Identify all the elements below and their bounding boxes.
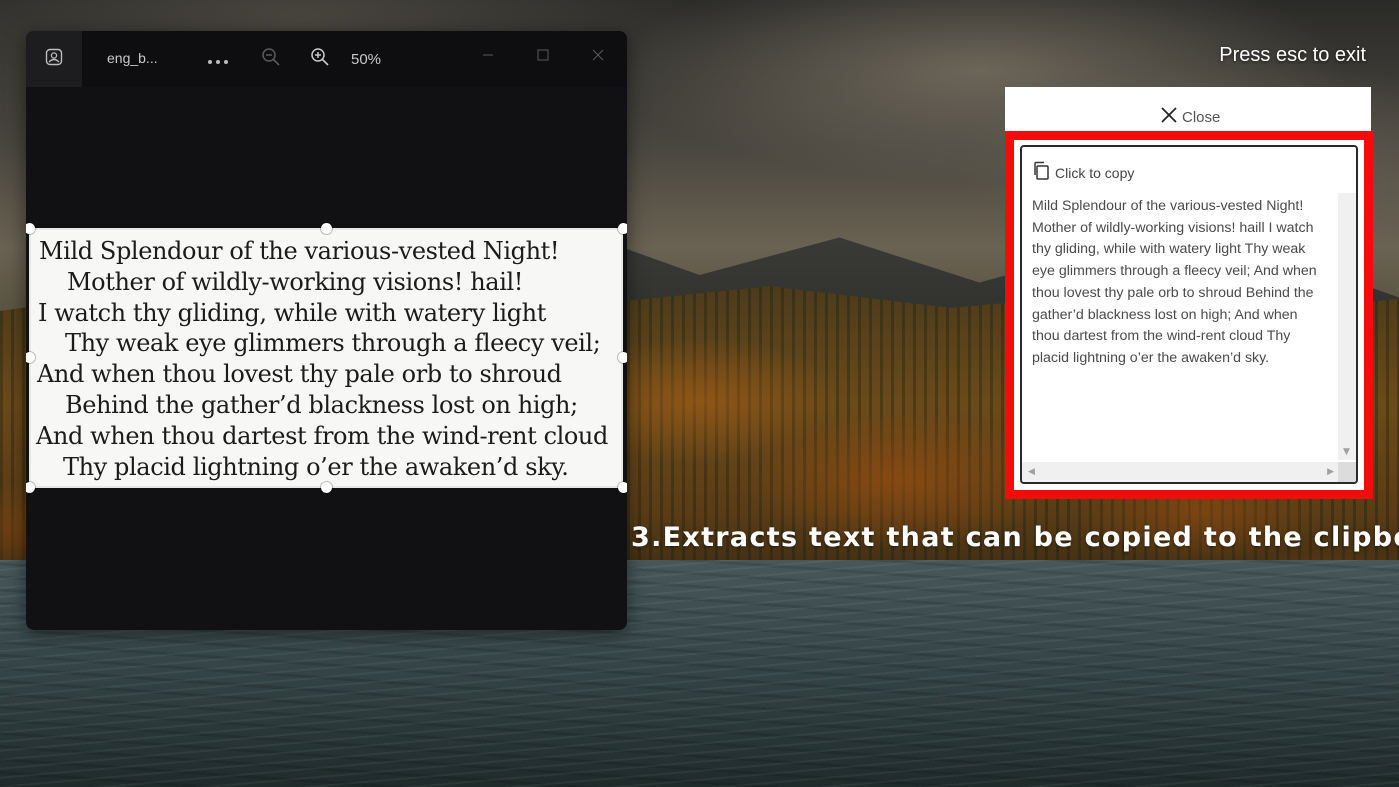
copy-button[interactable]: Click to copy	[1032, 161, 1134, 185]
maximize-button[interactable]	[523, 39, 563, 71]
scroll-down-arrow-icon[interactable]: ▼	[1343, 448, 1350, 457]
selection-handle[interactable]	[321, 482, 332, 493]
vertical-scrollbar[interactable]: ▼	[1338, 193, 1356, 460]
selection-handle[interactable]	[321, 223, 332, 234]
zoom-in-icon	[310, 47, 330, 71]
feature-caption: 3.Extracts text that can be copied to th…	[631, 522, 1399, 553]
close-icon	[1160, 106, 1178, 128]
close-bar: Close	[1005, 87, 1371, 131]
more-button[interactable]	[203, 45, 233, 73]
close-button[interactable]: Close	[1160, 106, 1220, 128]
selection-handle[interactable]	[618, 223, 627, 234]
selection-handle[interactable]	[26, 482, 35, 493]
minimize-icon	[482, 46, 494, 65]
close-label: Close	[1182, 108, 1221, 126]
photos-app-icon	[45, 48, 63, 70]
horizontal-scrollbar[interactable]: ◀ ▶	[1022, 462, 1340, 482]
zoom-out-button[interactable]	[256, 45, 286, 73]
extracted-text[interactable]: Mild Splendour of the various-vested Nig…	[1032, 196, 1328, 370]
scroll-right-arrow-icon[interactable]: ▶	[1327, 468, 1334, 477]
selection-handle[interactable]	[618, 482, 627, 493]
selection-handle[interactable]	[618, 352, 627, 363]
maximize-icon	[537, 46, 549, 65]
file-title: eng_b...	[107, 50, 158, 66]
more-dots-icon	[207, 50, 229, 69]
zoom-in-button[interactable]	[305, 45, 335, 73]
scroll-left-arrow-icon[interactable]: ◀	[1028, 468, 1035, 477]
copy-icon	[1032, 161, 1050, 185]
scrollbar-corner	[1338, 462, 1356, 482]
title-bar: eng_b... 50%	[26, 31, 627, 87]
extracted-text-panel: Click to copy Mild Splendour of the vari…	[1020, 145, 1358, 484]
photo-viewer-window: eng_b... 50% Mild Splendour of the vario…	[26, 31, 627, 630]
selection-box[interactable]	[29, 228, 623, 488]
zoom-level[interactable]: 50%	[351, 51, 381, 68]
esc-hint: Press esc to exit	[1219, 44, 1366, 66]
close-window-icon	[592, 46, 604, 65]
highlight-frame: Click to copy Mild Splendour of the vari…	[1005, 131, 1373, 499]
close-window-button[interactable]	[578, 39, 618, 71]
app-icon-button[interactable]	[26, 31, 82, 87]
copy-label: Click to copy	[1055, 165, 1135, 181]
zoom-out-icon	[261, 47, 281, 71]
minimize-button[interactable]	[468, 39, 508, 71]
